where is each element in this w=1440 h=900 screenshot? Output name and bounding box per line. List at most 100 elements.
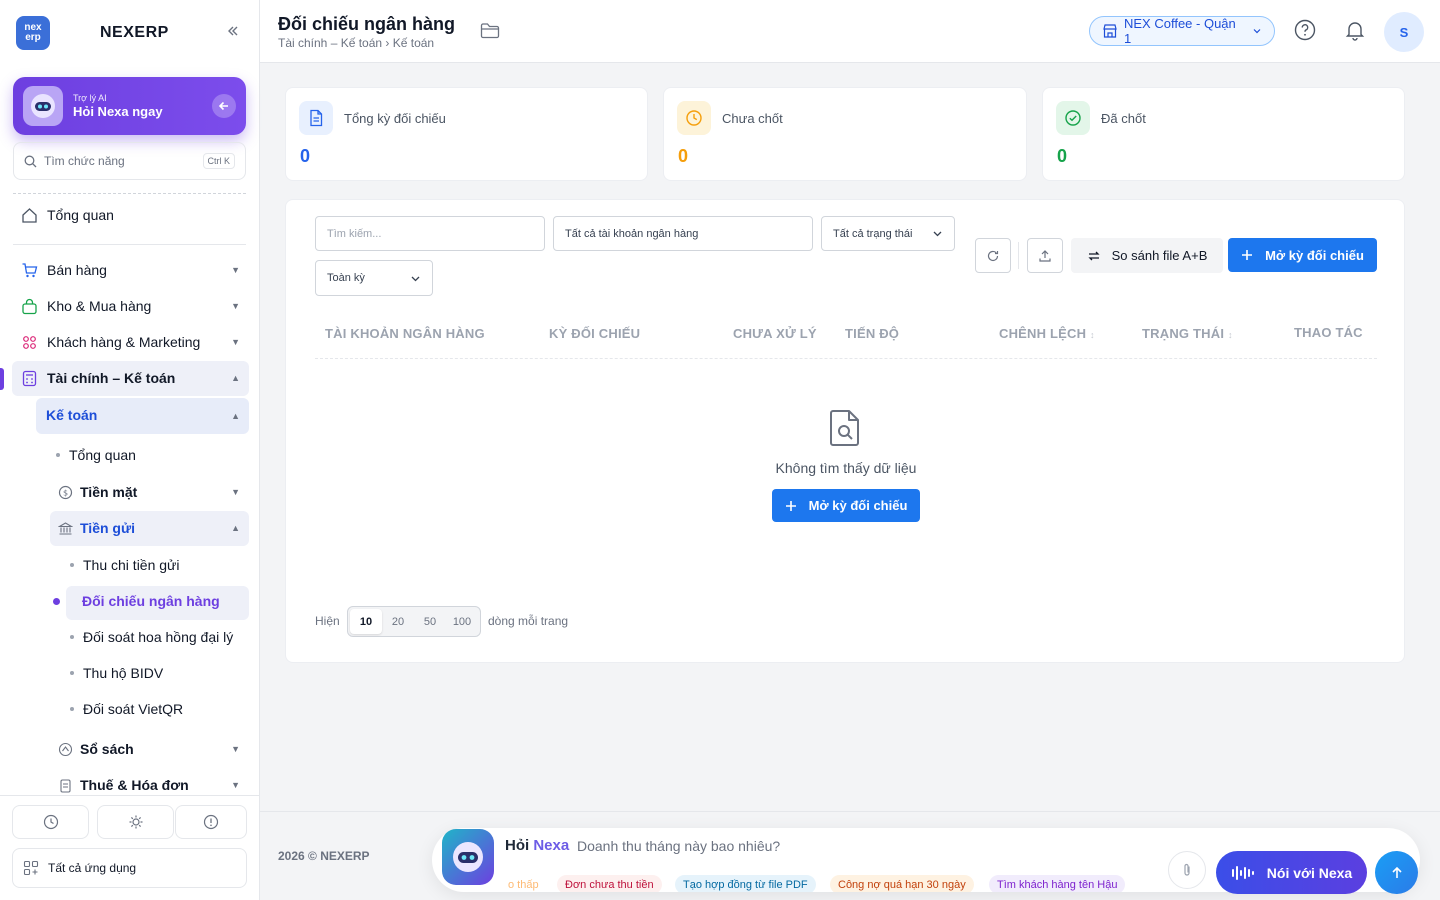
users-icon: [20, 333, 38, 351]
store-icon: [1102, 23, 1118, 39]
page-size-selector: 10 20 50 100: [347, 606, 481, 637]
column-progress[interactable]: TIẾN ĐỘ: [845, 326, 899, 341]
reconciliation-panel: Tìm kiếm... Tất cả tài khoản ngân hàng T…: [285, 199, 1405, 663]
page-size-20[interactable]: 20: [382, 609, 414, 634]
chevron-down-icon: [1252, 26, 1262, 36]
theme-toggle-button[interactable]: [97, 805, 174, 839]
suggestion-chip[interactable]: o thấp: [504, 875, 547, 892]
clock-icon: [43, 814, 59, 830]
suggestion-chip[interactable]: Công nợ quá hạn 30 ngày: [830, 875, 974, 892]
sidebar-item-overview[interactable]: Tổng quan: [20, 206, 114, 224]
attach-button[interactable]: [1168, 851, 1206, 889]
pagination-suffix: dòng mỗi trang: [488, 614, 569, 628]
divider: [0, 795, 259, 796]
chevron-up-icon: ▲: [231, 523, 240, 533]
divider: [1018, 242, 1019, 269]
branch-selector[interactable]: NEX Coffee - Quận 1: [1089, 16, 1275, 46]
sidebar-item-sales[interactable]: Bán hàng ▼: [20, 261, 242, 279]
ask-nexa-bar: Hỏi Nexa Doanh thu tháng này bao nhiêu? …: [432, 828, 1420, 894]
sidebar-item-deposit-inout[interactable]: Thu chi tiền gửi: [70, 557, 180, 573]
divider: [13, 244, 246, 245]
page-size-50[interactable]: 50: [414, 609, 446, 634]
ai-card-title: Hỏi Nexa ngay: [73, 104, 163, 119]
chevron-down-icon: ▼: [231, 301, 240, 311]
refresh-icon: [986, 249, 1000, 263]
status-filter[interactable]: Tất cả trạng thái: [821, 216, 955, 251]
document-icon: [299, 101, 333, 135]
column-difference[interactable]: CHÊNH LỆCH ↕: [999, 326, 1095, 341]
send-button[interactable]: [1375, 851, 1418, 894]
swap-icon: [1087, 249, 1101, 263]
page-size-10[interactable]: 10: [350, 609, 382, 634]
shortcut-badge: Ctrl K: [202, 153, 235, 169]
bag-icon: [20, 297, 38, 315]
collapse-sidebar-icon[interactable]: [226, 24, 240, 38]
sun-icon: [128, 814, 144, 830]
sidebar-item-accounting[interactable]: Kế toán ▲: [46, 407, 242, 423]
plus-icon: [785, 500, 797, 512]
chevron-down-icon: ▼: [231, 487, 240, 497]
page-size-100[interactable]: 100: [446, 609, 478, 634]
svg-text:$: $: [62, 488, 67, 497]
bell-icon[interactable]: [1344, 19, 1366, 41]
cart-icon: [20, 261, 38, 279]
ai-assistant-card[interactable]: Trợ lý AI Hỏi Nexa ngay: [13, 77, 246, 135]
sidebar-item-agent-commission[interactable]: Đối soát hoa hồng đại lý: [70, 629, 233, 645]
breadcrumb: Tài chính – Kế toán › Kế toán: [278, 36, 435, 50]
suggestion-chip[interactable]: Tạo hợp đồng từ file PDF: [675, 875, 816, 892]
period-filter[interactable]: Toàn kỳ: [315, 260, 433, 296]
chevron-down-icon: ▼: [231, 337, 240, 347]
talk-to-nexa-button[interactable]: Nói với Nexa: [1216, 851, 1367, 894]
folder-icon[interactable]: [480, 22, 500, 40]
sidebar-item-tax[interactable]: Thuế & Hóa đơn ▼: [56, 776, 242, 794]
waveform-icon: [1231, 865, 1257, 880]
sort-icon[interactable]: ↕: [1228, 330, 1233, 340]
empty-open-period-button[interactable]: Mở kỳ đối chiếu: [772, 489, 920, 522]
arrow-left-icon[interactable]: [212, 94, 236, 118]
sidebar-item-cash[interactable]: $ Tiền mặt ▼: [56, 483, 242, 501]
sidebar-item-crm[interactable]: Khách hàng & Marketing ▼: [20, 333, 242, 351]
sidebar-item-bidv[interactable]: Thu hộ BIDV: [70, 665, 163, 681]
sidebar-item-books[interactable]: Sổ sách ▼: [56, 740, 242, 758]
sidebar-item-deposit[interactable]: Tiền gửi ▲: [56, 519, 242, 537]
open-period-button[interactable]: Mở kỳ đối chiếu: [1228, 238, 1377, 272]
sidebar-item-bank-reconciliation[interactable]: Đối chiếu ngân hàng: [53, 593, 220, 609]
column-bank-account[interactable]: TÀI KHOẢN NGÂN HÀNG: [325, 326, 485, 341]
sidebar-item-vietqr[interactable]: Đối soát VietQR: [70, 701, 183, 717]
stat-closed: Đã chốt 0: [1042, 87, 1405, 181]
all-apps-button[interactable]: Tất cả ứng dụng: [12, 848, 247, 888]
user-avatar[interactable]: S: [1384, 12, 1424, 52]
ai-card-subtitle: Trợ lý AI: [73, 93, 107, 103]
nexerp-logo[interactable]: nex erp: [16, 16, 50, 50]
search-placeholder: Tìm chức năng: [44, 154, 125, 168]
suggestion-chip[interactable]: Đơn chưa thu tiền: [557, 875, 662, 892]
page-title: Đối chiếu ngân hàng: [278, 14, 456, 34]
document-search-icon: [829, 409, 861, 447]
compare-files-button[interactable]: So sánh file A+B: [1071, 238, 1223, 273]
receipt-icon: [56, 776, 74, 794]
suggestion-chip[interactable]: Tìm khách hàng tên Hậu: [989, 875, 1126, 892]
chevron-down-icon: ▼: [231, 265, 240, 275]
refresh-button[interactable]: [975, 238, 1011, 273]
chevron-down-icon: ▼: [231, 780, 240, 790]
table-header-divider: [315, 358, 1377, 359]
sidebar-item-finance[interactable]: Tài chính – Kế toán ▲: [20, 369, 242, 387]
function-search-input[interactable]: Tìm chức năng Ctrl K: [13, 142, 246, 180]
column-unprocessed[interactable]: CHƯA XỬ LÝ: [733, 326, 817, 341]
alert-button[interactable]: [175, 805, 247, 839]
help-icon[interactable]: [1294, 19, 1316, 41]
column-status[interactable]: TRẠNG THÁI ↕: [1142, 326, 1233, 341]
sidebar-item-accounting-overview[interactable]: Tổng quan: [56, 447, 136, 463]
plus-icon: [1241, 249, 1253, 261]
search-input[interactable]: Tìm kiếm...: [315, 216, 545, 251]
check-circle-icon: [1056, 101, 1090, 135]
column-period[interactable]: KỲ ĐỐI CHIẾU: [549, 326, 640, 341]
suggestion-chips: o thấp Đơn chưa thu tiền Tạo hợp đồng từ…: [504, 828, 1136, 892]
sidebar-item-inventory[interactable]: Kho & Mua hàng ▼: [20, 297, 242, 315]
bank-account-filter[interactable]: Tất cả tài khoản ngân hàng: [553, 216, 813, 251]
sort-icon[interactable]: ↕: [1090, 330, 1095, 340]
upload-button[interactable]: [1027, 238, 1063, 273]
history-button[interactable]: [12, 805, 89, 839]
pagination-prefix: Hiện: [315, 614, 340, 628]
robot-icon: [23, 86, 63, 126]
